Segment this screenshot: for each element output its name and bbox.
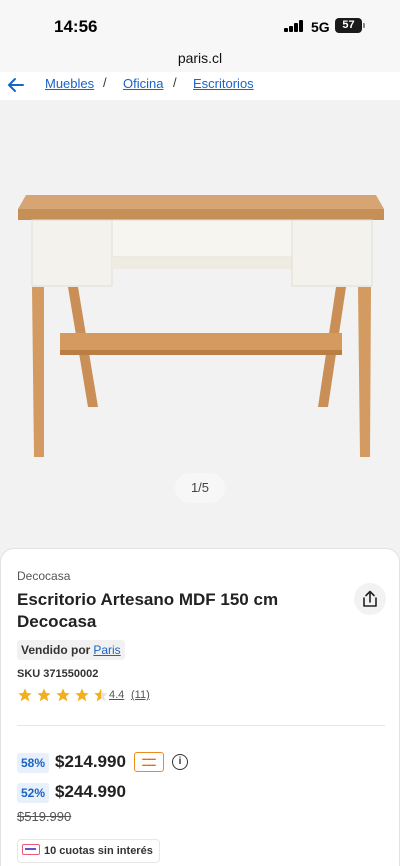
card-icon bbox=[22, 844, 40, 855]
gallery-pager: 1/5 bbox=[175, 473, 225, 503]
star-icon bbox=[56, 688, 70, 702]
battery-cap bbox=[363, 23, 365, 28]
star-icon bbox=[37, 688, 51, 702]
product-gallery[interactable]: 1/5 bbox=[0, 120, 400, 525]
review-count[interactable]: (11) bbox=[131, 689, 150, 701]
product-title: Escritorio Artesano MDF 150 cm Decocasa bbox=[17, 590, 279, 631]
breadcrumb-separator: / bbox=[173, 75, 177, 90]
breadcrumb: Muebles / Oficina / Escritorios bbox=[0, 72, 400, 100]
star-icon bbox=[75, 688, 89, 702]
product-image-desk bbox=[18, 195, 384, 457]
product-brand[interactable]: Decocasa bbox=[17, 569, 70, 583]
price-primary: $214.990 bbox=[55, 752, 126, 771]
signal-icon bbox=[284, 20, 304, 32]
seller-info: Vendido por Paris bbox=[17, 640, 125, 660]
share-icon bbox=[363, 590, 377, 607]
url-bar[interactable]: paris.cl bbox=[0, 50, 400, 72]
cashback-badge-icon: ▬▬▬ ▬▬▬ bbox=[134, 752, 164, 772]
discount-badge: 58% bbox=[17, 753, 50, 773]
breadcrumb-oficina[interactable]: Oficina bbox=[123, 76, 163, 91]
original-price: $519.990 bbox=[17, 809, 72, 824]
star-icon bbox=[18, 688, 32, 702]
network-type: 5G bbox=[311, 19, 330, 35]
seller-link[interactable]: Paris bbox=[90, 643, 120, 657]
status-time: 14:56 bbox=[54, 17, 98, 36]
share-button[interactable] bbox=[354, 583, 386, 615]
breadcrumb-separator: / bbox=[103, 75, 107, 90]
breadcrumb-escritorios[interactable]: Escritorios bbox=[193, 76, 254, 91]
product-info-card: Decocasa Escritorio Artesano MDF 150 cm … bbox=[0, 548, 400, 866]
price-secondary: $244.990 bbox=[55, 782, 126, 801]
installments-badge: 10 cuotas sin interés bbox=[17, 839, 160, 863]
url-text: paris.cl bbox=[177, 50, 223, 66]
status-bar: 14:56 5G 57 bbox=[0, 0, 400, 50]
seller-prefix: Vendido por bbox=[21, 643, 91, 657]
breadcrumb-muebles[interactable]: Muebles bbox=[45, 76, 94, 91]
rating-value[interactable]: 4.4 bbox=[109, 689, 124, 701]
battery-icon: 57 bbox=[335, 18, 362, 33]
product-sku: SKU 371550002 bbox=[17, 668, 99, 680]
info-icon[interactable]: i bbox=[172, 754, 188, 770]
discount-badge: 52% bbox=[17, 783, 50, 803]
installments-text: 10 cuotas sin interés bbox=[44, 845, 153, 857]
half-star-icon bbox=[94, 688, 108, 702]
divider bbox=[17, 725, 385, 726]
back-arrow-icon[interactable] bbox=[6, 75, 26, 95]
